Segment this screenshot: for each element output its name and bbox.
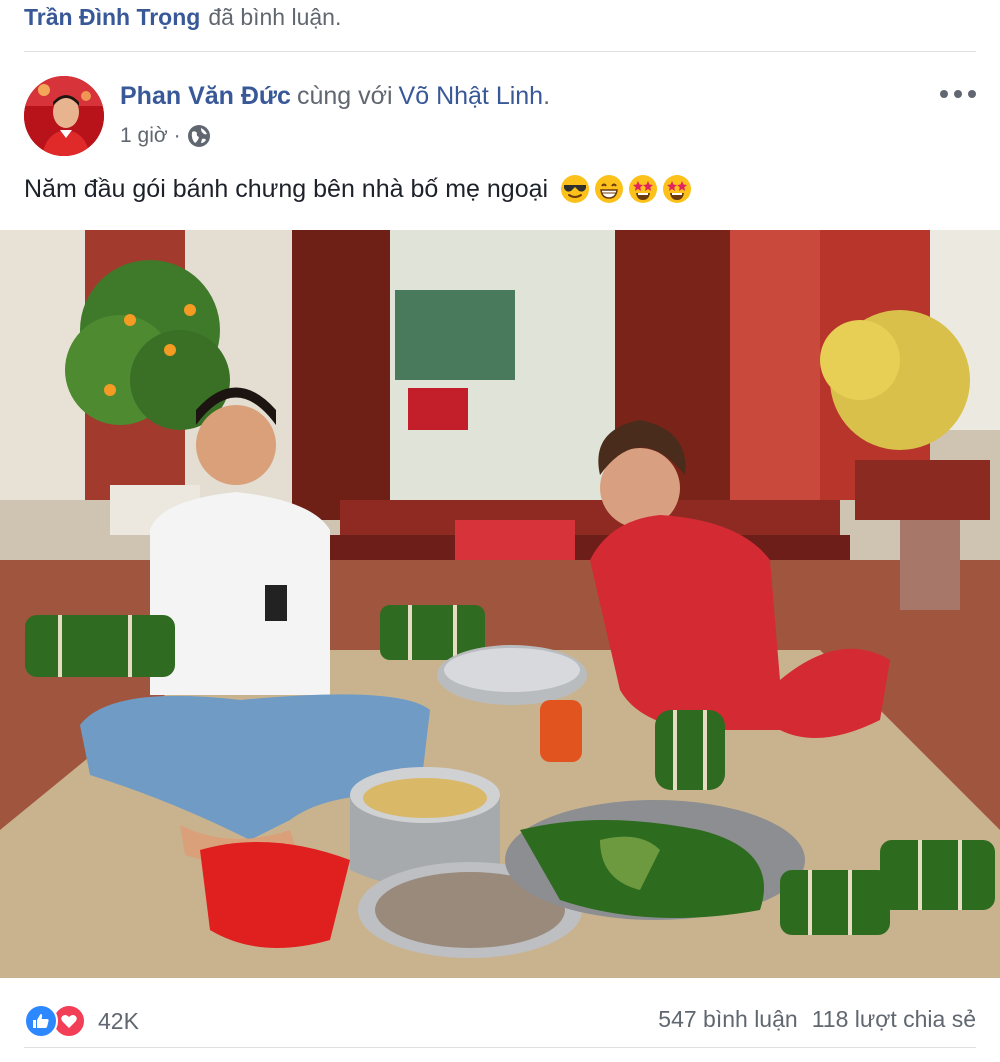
post-meta: 1 giờ · <box>120 124 211 148</box>
star-struck-emoji-icon <box>629 175 658 203</box>
post-footer: 42K 547 bình luận 118 lượt chia sẻ <box>24 996 976 1048</box>
post-message: Năm đầu gói bánh chưng bên nhà bố mẹ ngo… <box>24 174 549 203</box>
shares-count-link[interactable]: 118 lượt chia sẻ <box>812 1006 976 1033</box>
more-dot <box>940 90 948 98</box>
photo-scene <box>0 230 1000 978</box>
post-header: Phan Văn Đức cùng với Võ Nhật Linh. 1 giờ … <box>24 74 976 160</box>
avatar-image <box>24 76 104 156</box>
reaction-summary[interactable]: 42K <box>24 1004 139 1038</box>
engagement-counts: 547 bình luận 118 lượt chia sẻ <box>658 1006 976 1033</box>
activity-line: Trần Đình Trọng đã bình luận. <box>24 0 976 52</box>
post-names: Phan Văn Đức cùng với Võ Nhật Linh. <box>120 82 550 111</box>
avatar[interactable] <box>24 76 104 156</box>
post-timestamp[interactable]: 1 giờ <box>120 124 168 148</box>
post-text: Năm đầu gói bánh chưng bên nhà bố mẹ ngo… <box>24 174 976 204</box>
like-icon <box>24 1004 58 1038</box>
tagged-period: . <box>543 82 551 110</box>
more-options-icon[interactable] <box>940 84 976 104</box>
more-dot <box>954 90 962 98</box>
meta-separator: · <box>173 124 181 147</box>
post-photo[interactable] <box>0 230 1000 978</box>
reaction-count: 42K <box>98 1007 139 1034</box>
emoji-group <box>560 174 696 204</box>
author-link[interactable]: Phan Văn Đức <box>120 82 291 110</box>
sunglasses-emoji-icon <box>561 175 590 203</box>
globe-icon[interactable] <box>187 124 211 148</box>
with-text: cùng với <box>296 82 393 110</box>
tagged-user-link[interactable]: Võ Nhật Linh <box>399 82 544 110</box>
grinning-emoji-icon <box>595 175 624 203</box>
comments-count-link[interactable]: 547 bình luận <box>658 1006 797 1033</box>
activity-action-text: đã bình luận. <box>208 4 342 30</box>
activity-actor-link[interactable]: Trần Đình Trọng <box>24 4 200 31</box>
more-dot <box>968 90 976 98</box>
star-struck-emoji-icon <box>663 175 692 203</box>
